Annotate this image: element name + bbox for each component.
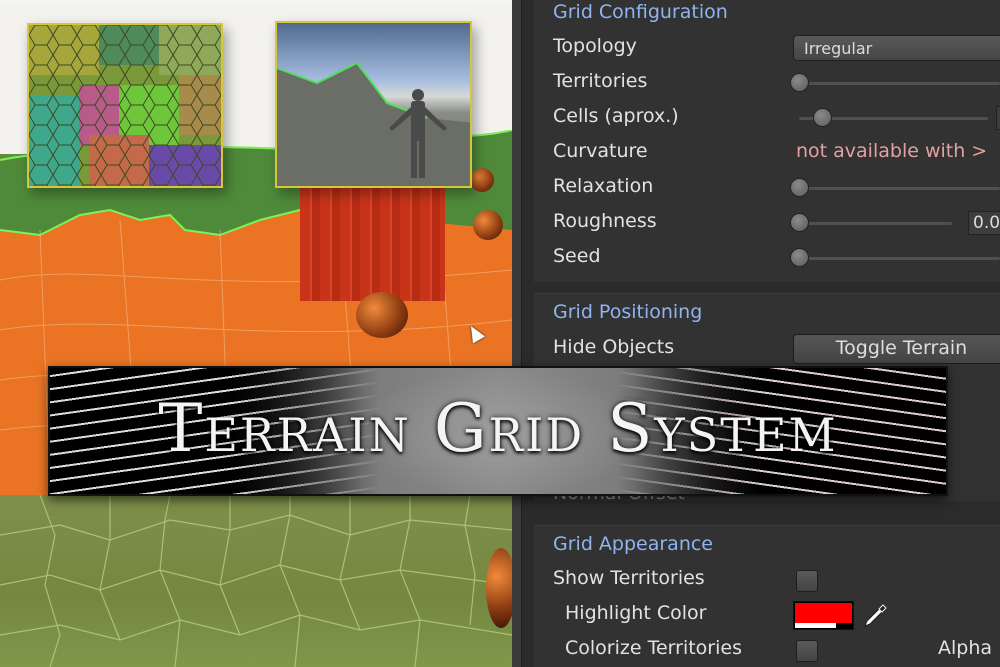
section-title-grid-positioning[interactable]: Grid Positioning [553, 301, 702, 323]
colorize-territories-checkbox[interactable] [796, 640, 818, 662]
topology-label: Topology [553, 35, 637, 57]
banner-title: Terrain Grid System [158, 390, 838, 467]
inspector-panel: Grid Configuration Topology Irregular Te… [512, 0, 1000, 667]
eyedropper-icon[interactable] [861, 603, 889, 629]
roughness-label: Roughness [553, 210, 657, 232]
highlight-color-row: Highlight Color [553, 598, 1000, 633]
roughness-row: Roughness 0.0 [553, 206, 1000, 241]
panel-edge [512, 0, 522, 667]
slider-thumb[interactable] [790, 178, 809, 197]
voronoi-grid-lines [0, 494, 512, 667]
seed-label: Seed [553, 245, 601, 267]
colorize-territories-label: Colorize Territories [565, 637, 742, 659]
relaxation-label: Relaxation [553, 175, 654, 197]
show-territories-row: Show Territories [553, 563, 1000, 598]
slider-track[interactable] [799, 257, 1000, 260]
show-territories-checkbox[interactable] [796, 570, 818, 592]
sphere-object [486, 548, 512, 628]
color-fill [795, 603, 852, 623]
character-preview-image [275, 21, 472, 188]
roughness-value-field[interactable]: 0.0 [968, 211, 1000, 235]
slider-track[interactable] [799, 222, 952, 225]
cells-label: Cells (aprox.) [553, 105, 679, 127]
show-territories-label: Show Territories [553, 567, 705, 589]
slider-track[interactable] [799, 82, 1000, 85]
alpha-label: Alpha [938, 637, 993, 659]
green-voronoi-terrain [0, 494, 512, 667]
toggle-terrain-button[interactable]: Toggle Terrain [793, 334, 1000, 364]
territories-row: Territories [553, 66, 1000, 101]
grid-appearance-section: Grid Appearance Show Territories Highlig… [534, 525, 1000, 667]
roughness-slider[interactable]: 0.0 [790, 206, 1000, 241]
title-banner: Terrain Grid System [48, 366, 948, 496]
hex-grid-preview-image [27, 23, 223, 188]
hide-objects-row: Hide Objects Toggle Terrain [553, 332, 1000, 367]
grid-configuration-section: Grid Configuration Topology Irregular Te… [534, 0, 1000, 282]
slider-thumb[interactable] [790, 73, 809, 92]
highlight-color-label: Highlight Color [565, 602, 707, 624]
territories-label: Territories [553, 70, 648, 92]
scene-viewport[interactable] [0, 0, 512, 667]
cells-value-field[interactable] [996, 106, 1000, 130]
character-scene [277, 61, 470, 186]
seed-row: Seed [553, 241, 1000, 276]
red-extruded-cell [300, 186, 445, 301]
curvature-label: Curvature [553, 140, 648, 162]
relaxation-row: Relaxation [553, 171, 1000, 206]
section-title-grid-configuration[interactable]: Grid Configuration [553, 1, 728, 23]
relaxation-slider[interactable] [790, 171, 1000, 206]
territories-slider[interactable] [790, 66, 1000, 101]
sphere-object [470, 168, 494, 192]
topology-row: Topology Irregular [553, 31, 1000, 66]
sphere-object [356, 292, 408, 338]
slider-thumb[interactable] [790, 248, 809, 267]
colorize-territories-row: Colorize Territories Alpha [553, 633, 1000, 667]
cells-slider[interactable] [793, 101, 1000, 136]
hex-cells [29, 25, 221, 186]
cells-row: Cells (aprox.) [553, 101, 1000, 136]
alpha-bar [795, 623, 836, 628]
curvature-warning: not available with > [796, 140, 988, 162]
hide-objects-label: Hide Objects [553, 336, 675, 358]
highlight-color-swatch[interactable] [793, 601, 854, 630]
topology-dropdown[interactable]: Irregular [793, 35, 1000, 61]
slider-track[interactable] [799, 187, 1000, 190]
seed-slider[interactable] [790, 241, 1000, 276]
slider-thumb[interactable] [813, 108, 832, 127]
slider-thumb[interactable] [790, 213, 809, 232]
section-title-grid-appearance[interactable]: Grid Appearance [553, 533, 713, 555]
curvature-row: Curvature not available with > [553, 136, 1000, 171]
sphere-object [473, 210, 503, 240]
